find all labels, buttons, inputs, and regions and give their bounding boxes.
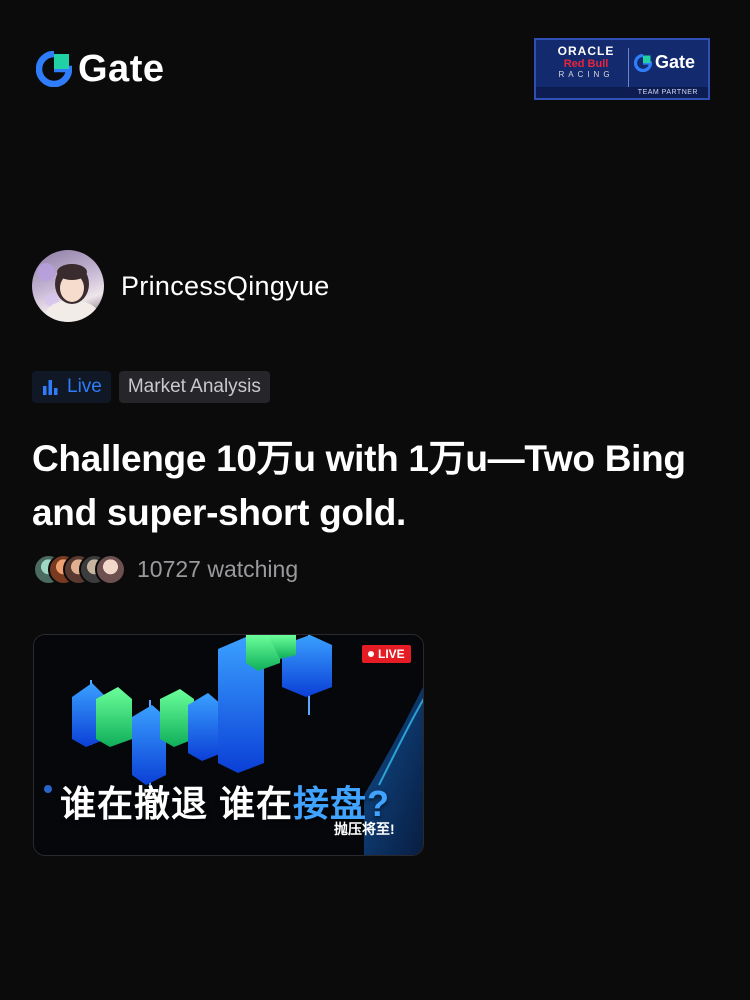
brand-name: Gate	[78, 48, 165, 90]
watcher-avatars	[33, 554, 127, 585]
gate-logo-icon	[36, 51, 72, 87]
author-avatar[interactable]	[32, 250, 104, 322]
live-tag[interactable]: Live	[32, 371, 111, 403]
thumbnail-subtitle: 抛压将至!	[334, 821, 395, 837]
live-badge-label: LIVE	[378, 647, 405, 661]
partner-badge: ORACLE Red Bull RACING Gate TEAM PARTNER	[534, 38, 710, 100]
racing-wordmark: RACING	[558, 70, 614, 79]
redbull-wordmark: Red Bull	[563, 58, 609, 70]
watchers-row: 10727 watching	[33, 554, 298, 585]
avatar-portrait-icon	[37, 263, 98, 322]
post-title[interactable]: Challenge 10万u with 1万u—Two Bing and sup…	[32, 432, 712, 540]
post-tags: Live Market Analysis	[32, 371, 270, 403]
thumbnail-headline-part2: 接盘?	[293, 783, 391, 824]
stream-thumbnail[interactable]: LIVE 谁在撤退 谁在接盘? 抛压将至!	[33, 634, 424, 856]
oracle-wordmark: ORACLE	[557, 44, 615, 58]
partner-caption: TEAM PARTNER	[536, 87, 708, 98]
live-tag-label: Live	[67, 376, 102, 397]
partner-divider	[628, 48, 629, 88]
author-name[interactable]: PrincessQingyue	[121, 271, 330, 302]
partner-gate-name: Gate	[655, 52, 696, 72]
topic-tag[interactable]: Market Analysis	[118, 371, 270, 403]
brand-logo[interactable]: Gate	[36, 50, 164, 88]
author-row[interactable]: PrincessQingyue	[32, 250, 330, 322]
bar-chart-icon	[43, 380, 58, 395]
watcher-avatar	[95, 554, 126, 585]
live-dot-icon	[368, 651, 374, 657]
watcher-count: 10727 watching	[137, 556, 299, 582]
partner-gate-logo: Gate	[634, 52, 695, 73]
thumbnail-headline-part1: 谁在撤退 谁在	[60, 783, 294, 824]
live-badge: LIVE	[362, 645, 411, 663]
gate-logo-icon	[634, 53, 652, 72]
redbull-racing-logo: ORACLE Red Bull RACING	[544, 45, 628, 80]
live-post-card: Gate ORACLE Red Bull RACING Gate TEAM PA…	[0, 0, 750, 1000]
